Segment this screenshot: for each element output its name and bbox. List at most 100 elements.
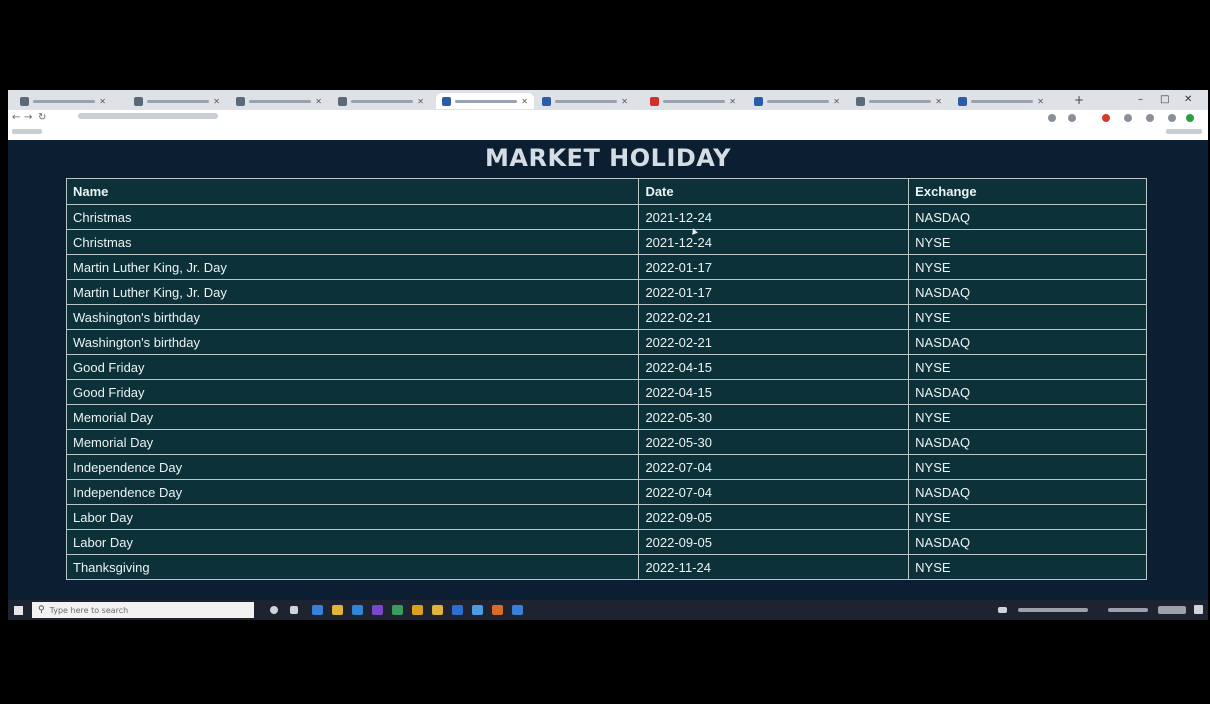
cell-name: Thanksgiving xyxy=(65,554,640,580)
page-icon xyxy=(958,96,967,106)
opera-icon[interactable] xyxy=(1102,114,1110,122)
weather-widget[interactable] xyxy=(1018,608,1088,612)
browser-tab[interactable]: ✕ xyxy=(748,93,846,109)
browser-tab[interactable]: ✕ xyxy=(128,93,226,109)
close-tab-icon[interactable]: ✕ xyxy=(729,97,736,106)
vscode-icon[interactable] xyxy=(452,605,463,615)
taskbar-app-icon[interactable] xyxy=(472,605,483,615)
profile-avatar[interactable] xyxy=(1186,114,1194,122)
new-tab-button[interactable]: + xyxy=(1074,93,1084,107)
browser-toolbar: ← → ↻ xyxy=(8,110,1208,126)
reading-list-shortcut[interactable] xyxy=(1166,129,1202,134)
close-tab-icon[interactable]: ✕ xyxy=(521,97,528,106)
cell-exchange: NYSE xyxy=(908,554,1147,580)
clock[interactable] xyxy=(1158,606,1186,614)
browser-tab[interactable]: ✕ xyxy=(536,93,634,109)
browser-tab[interactable]: ✕ xyxy=(436,93,534,109)
cell-date: 2022-09-05 xyxy=(638,504,910,530)
close-tab-icon[interactable]: ✕ xyxy=(99,97,106,106)
table-row: Labor Day 2022-09-05 NASDAQ xyxy=(65,529,1147,555)
browser-tab[interactable]: ✕ xyxy=(14,93,112,109)
tab-title xyxy=(455,99,518,103)
extension-icon[interactable] xyxy=(1048,114,1056,122)
taskbar-app-icon[interactable] xyxy=(432,605,443,615)
github-icon xyxy=(236,96,245,106)
close-tab-icon[interactable]: ✕ xyxy=(935,97,942,106)
table-row: Washington's birthday 2022-02-21 NASDAQ xyxy=(65,329,1147,355)
cell-exchange: NYSE xyxy=(908,504,1147,530)
tab-title xyxy=(971,99,1034,103)
close-tab-icon[interactable]: ✕ xyxy=(315,97,322,106)
cortana-icon[interactable] xyxy=(270,606,278,614)
browser-tab[interactable]: ✕ xyxy=(230,93,328,109)
taskbar-app-icon[interactable] xyxy=(312,605,323,615)
close-tab-icon[interactable]: ✕ xyxy=(417,97,424,106)
file-explorer-icon[interactable] xyxy=(332,605,343,615)
browser-tab[interactable]: ✕ xyxy=(850,93,948,109)
market-holiday-table: Name Date Exchange Christmas 2021-12-24 NA… xyxy=(65,178,1147,580)
cell-date: 2022-02-21 xyxy=(638,304,910,330)
table-row: Christmas 2021-12-24 NYSE xyxy=(65,229,1147,255)
cell-exchange: NASDAQ xyxy=(908,529,1147,555)
taskbar-app-icon[interactable] xyxy=(492,605,503,615)
github-icon xyxy=(20,96,29,106)
cell-name: Good Friday xyxy=(65,354,640,380)
table-row: Martin Luther King, Jr. Day 2022-01-17 NAS… xyxy=(65,279,1147,305)
system-tray-icons[interactable] xyxy=(1108,608,1148,612)
windows-start-icon[interactable] xyxy=(14,606,23,615)
table-row: Good Friday 2022-04-15 NYSE xyxy=(65,354,1147,380)
globe-icon xyxy=(338,96,347,106)
extensions-puzzle-icon[interactable] xyxy=(1168,114,1176,122)
browser-window: + – □ ✕ ✕ ✕ ✕ ✕ ✕ ✕ ✕ ✕ ✕ ✕ ← → ↻ MARKET HOLIDAY … xyxy=(8,90,1208,620)
browser-tab[interactable]: ✕ xyxy=(332,93,430,109)
address-bar[interactable] xyxy=(78,113,218,119)
cell-name: Washington's birthday xyxy=(65,329,640,355)
cell-date: 2022-01-17 xyxy=(638,279,910,305)
browser-tab[interactable]: ✕ xyxy=(644,93,742,109)
cell-date: 2022-04-15 xyxy=(638,354,910,380)
column-header-exchange: Exchange xyxy=(908,178,1147,205)
page-icon xyxy=(542,96,551,106)
cell-name: Martin Luther King, Jr. Day xyxy=(65,279,640,305)
cell-date: 2022-11-24 xyxy=(638,554,910,580)
close-tab-icon[interactable]: ✕ xyxy=(621,97,628,106)
close-tab-icon[interactable]: ✕ xyxy=(833,97,840,106)
taskbar-search-box[interactable]: ⚲ Type here to search xyxy=(32,602,254,618)
reload-icon[interactable]: ↻ xyxy=(38,111,46,125)
cell-name: Independence Day xyxy=(65,454,640,480)
close-tab-icon[interactable]: ✕ xyxy=(213,97,220,106)
page-icon xyxy=(442,96,451,106)
table-header-row: Name Date Exchange xyxy=(65,178,1147,205)
task-view-icon[interactable] xyxy=(290,606,298,614)
table-row: Memorial Day 2022-05-30 NASDAQ xyxy=(65,429,1147,455)
apps-shortcut[interactable] xyxy=(12,129,42,134)
taskbar-app-icon[interactable] xyxy=(372,605,383,615)
taskbar-app-icon[interactable] xyxy=(352,605,363,615)
weather-icon[interactable] xyxy=(998,607,1007,613)
tab-title xyxy=(351,99,414,103)
cell-name: Martin Luther King, Jr. Day xyxy=(65,254,640,280)
minimize-button[interactable]: – xyxy=(1138,93,1143,107)
star-icon[interactable] xyxy=(1146,114,1154,122)
maximize-button[interactable]: □ xyxy=(1160,93,1169,107)
back-icon[interactable]: ← xyxy=(12,111,20,125)
taskbar-app-icon[interactable] xyxy=(512,605,523,615)
extension-icon[interactable] xyxy=(1124,114,1132,122)
cell-name: Good Friday xyxy=(65,379,640,405)
column-header-date: Date xyxy=(638,178,910,205)
tab-title xyxy=(147,99,210,103)
chrome-icon[interactable] xyxy=(412,605,423,615)
cell-exchange: NYSE xyxy=(908,404,1147,430)
extension-icon[interactable] xyxy=(1068,114,1076,122)
table-row: Independence Day 2022-07-04 NYSE xyxy=(65,454,1147,480)
cell-exchange: NASDAQ xyxy=(908,329,1147,355)
web-page: MARKET HOLIDAY Name Date Exchange Christ… xyxy=(8,140,1208,600)
forward-icon[interactable]: → xyxy=(24,111,32,125)
notification-icon[interactable] xyxy=(1194,605,1203,614)
browser-tab[interactable]: ✕ xyxy=(952,93,1050,109)
cell-date: 2021-12-24 xyxy=(638,229,910,255)
tab-title xyxy=(663,99,726,103)
close-tab-icon[interactable]: ✕ xyxy=(1037,97,1044,106)
close-window-button[interactable]: ✕ xyxy=(1184,93,1192,107)
taskbar-app-icon[interactable] xyxy=(392,605,403,615)
